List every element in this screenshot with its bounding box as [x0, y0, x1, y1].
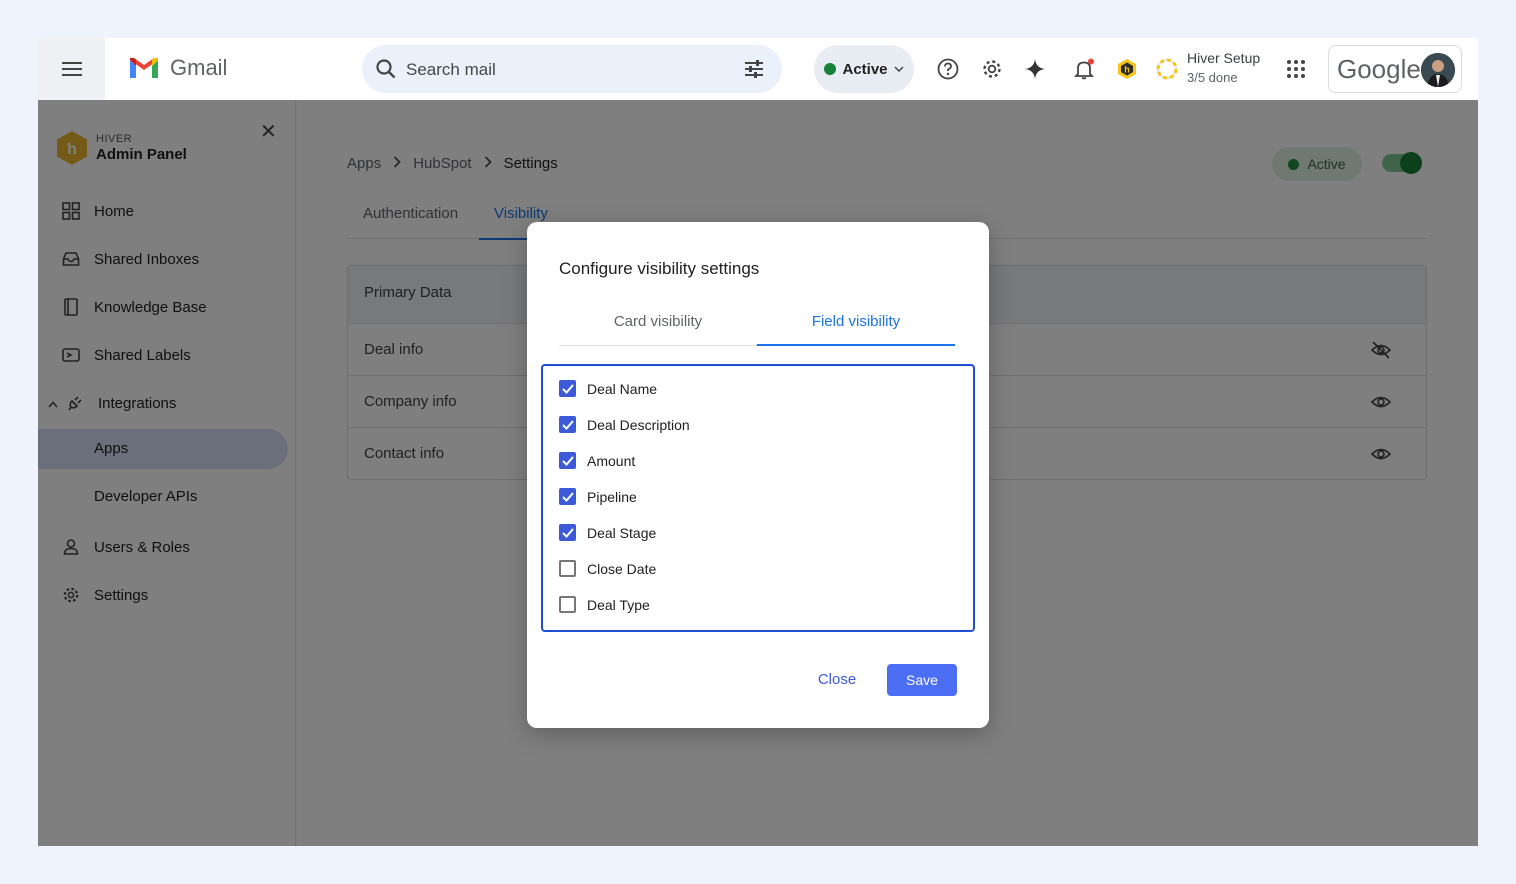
hiver-setup-title: Hiver Setup [1187, 50, 1261, 66]
close-button[interactable]: Close [803, 663, 871, 695]
field-option-deal-type[interactable]: Deal Type [559, 596, 650, 613]
field-label: Deal Stage [587, 524, 657, 541]
status-selector[interactable]: Active [814, 45, 914, 93]
field-label: Deal Description [587, 416, 690, 433]
checkbox-unchecked[interactable] [559, 560, 576, 577]
dialog-title: Configure visibility settings [559, 259, 760, 278]
field-option-deal-stage[interactable]: Deal Stage [559, 524, 656, 541]
tab-field-visibility[interactable]: Field visibility [757, 313, 955, 330]
search-icon[interactable] [374, 57, 398, 81]
field-checklist: Deal Name Deal Description Amount Pipeli… [541, 364, 975, 632]
gmail-m-icon [130, 58, 158, 78]
setup-progress-ring-icon [1155, 57, 1179, 81]
notifications-bell-icon[interactable] [1072, 57, 1096, 81]
visibility-settings-dialog: Configure visibility settings Card visib… [527, 222, 989, 728]
hiver-setup-progress: 3/5 done [1187, 70, 1238, 85]
field-label: Pipeline [587, 488, 637, 505]
dialog-tabs: Card visibility Field visibility [559, 306, 955, 346]
help-icon[interactable] [936, 57, 960, 81]
checkbox-checked[interactable] [559, 380, 576, 397]
field-option-pipeline[interactable]: Pipeline [559, 488, 637, 505]
checkbox-unchecked[interactable] [559, 596, 576, 613]
gmail-logo-text: Gmail [170, 55, 228, 80]
field-label: Deal Name [587, 380, 658, 397]
avatar [1421, 53, 1455, 87]
main-menu-button[interactable] [38, 38, 105, 100]
gmail-logo[interactable]: Gmail [128, 55, 227, 81]
search-input[interactable]: Search mail [406, 60, 496, 80]
checkbox-checked[interactable] [559, 524, 576, 541]
google-account-button[interactable]: Google [1328, 45, 1462, 93]
checkbox-checked[interactable] [559, 416, 576, 433]
svg-text:h: h [1124, 65, 1130, 75]
apps-grid-icon[interactable] [1284, 57, 1308, 81]
chevron-down-icon [893, 66, 904, 72]
field-option-deal-description[interactable]: Deal Description [559, 416, 690, 433]
gmail-topbar: Gmail Search mail Active h Hiver Setup 3… [38, 38, 1478, 100]
checkbox-checked[interactable] [559, 452, 576, 469]
hiver-badge-icon[interactable]: h [1115, 57, 1139, 81]
sparkle-icon[interactable] [1023, 57, 1047, 81]
field-option-amount[interactable]: Amount [559, 452, 635, 469]
active-tab-indicator [757, 344, 955, 346]
field-option-deal-name[interactable]: Deal Name [559, 380, 657, 397]
field-option-close-date[interactable]: Close Date [559, 560, 656, 577]
status-dot [824, 63, 837, 75]
app-frame: Gmail Search mail Active h Hiver Setup 3… [38, 38, 1478, 846]
search-bar[interactable]: Search mail [362, 45, 782, 93]
search-filter-icon[interactable] [742, 57, 766, 81]
tab-card-visibility[interactable]: Card visibility [559, 313, 757, 330]
field-label: Amount [587, 452, 636, 469]
google-logo-text: Google [1337, 54, 1421, 84]
field-label: Close Date [587, 560, 657, 577]
hiver-setup-widget[interactable]: Hiver Setup 3/5 done [1187, 50, 1260, 85]
save-button[interactable]: Save [887, 664, 957, 696]
settings-gear-icon[interactable] [980, 57, 1004, 81]
hamburger-icon [61, 62, 82, 76]
checkbox-checked[interactable] [559, 488, 576, 505]
status-label: Active [842, 60, 888, 78]
field-label: Deal Type [587, 596, 650, 613]
